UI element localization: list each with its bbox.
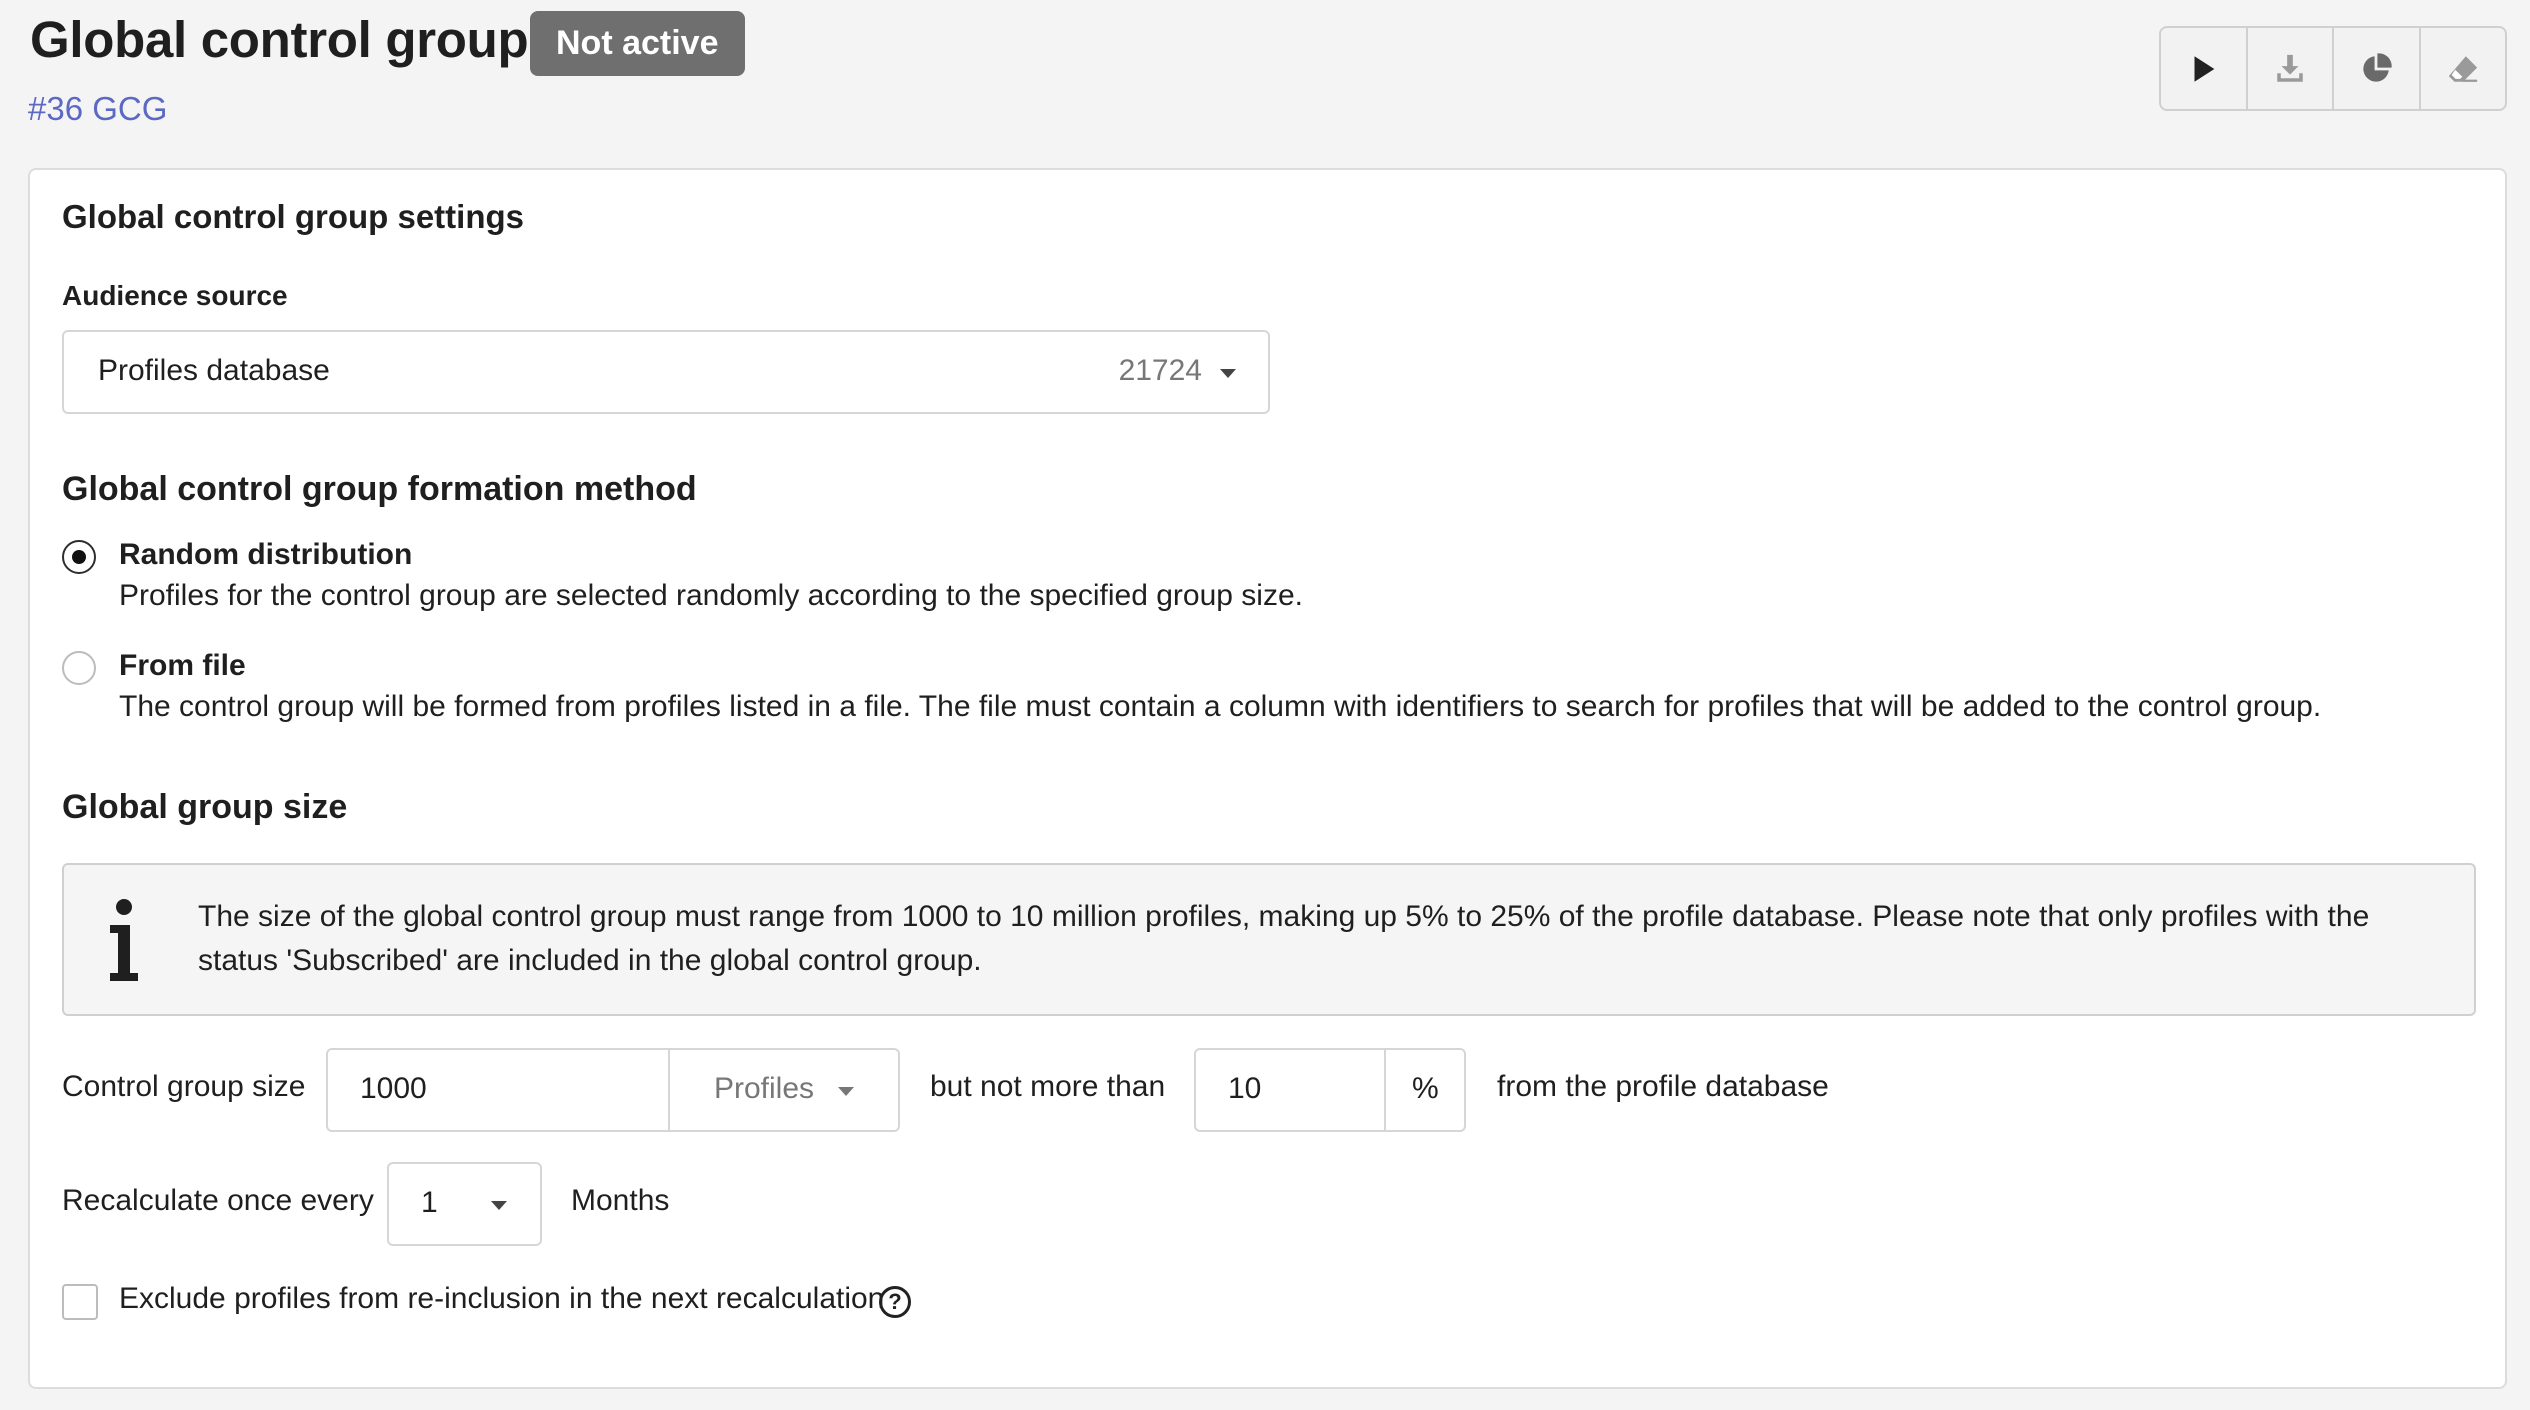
status-badge: Not active: [530, 11, 745, 76]
group-id-link[interactable]: #36 GCG: [28, 90, 167, 128]
from-file-label[interactable]: From file: [119, 649, 246, 683]
percent-sign: %: [1412, 1072, 1439, 1105]
download-icon: [2277, 54, 2303, 82]
exclude-profiles-checkbox[interactable]: [62, 1284, 98, 1320]
formation-method-title: Global control group formation method: [62, 470, 697, 508]
from-file-radio[interactable]: [62, 651, 96, 685]
chevron-down-icon: [491, 1201, 507, 1210]
clear-button[interactable]: [2421, 28, 2506, 109]
from-file-description: The control group will be formed from pr…: [119, 690, 2322, 723]
play-icon: [2194, 55, 2215, 82]
random-distribution-label[interactable]: Random distribution: [119, 538, 412, 572]
settings-card: Global control group settings Audience s…: [28, 168, 2507, 1389]
audience-source-select[interactable]: Profiles database 21724: [62, 330, 1270, 414]
recalculate-value: 1: [421, 1186, 438, 1219]
audience-count: 21724: [1118, 354, 1202, 387]
eraser-icon: [2448, 55, 2477, 82]
control-group-size-value: 1000: [360, 1072, 427, 1105]
info-icon: [110, 899, 138, 981]
download-button[interactable]: [2248, 28, 2334, 109]
chevron-down-icon: [1220, 369, 1236, 378]
page-title: Global control group: [30, 11, 529, 68]
statistics-button[interactable]: [2334, 28, 2421, 109]
size-unit-value: Profiles: [714, 1072, 815, 1105]
pie-chart-icon: [2363, 52, 2392, 82]
max-percent-input[interactable]: 10: [1194, 1048, 1386, 1132]
run-button[interactable]: [2161, 28, 2248, 109]
percent-addon: %: [1384, 1048, 1466, 1132]
recalculate-label: Recalculate once every: [62, 1184, 374, 1217]
control-group-size-label: Control group size: [62, 1070, 306, 1103]
action-toolbar: [2159, 26, 2507, 111]
exclude-profiles-label[interactable]: Exclude profiles from re-inclusion in th…: [119, 1282, 884, 1316]
random-distribution-description: Profiles for the control group are selec…: [119, 579, 1303, 612]
settings-title: Global control group settings: [62, 198, 524, 235]
from-profile-db-label: from the profile database: [1497, 1070, 1829, 1103]
audience-source-label: Audience source: [62, 280, 288, 311]
info-notice: The size of the global control group mus…: [62, 863, 2476, 1016]
random-distribution-radio[interactable]: [62, 540, 96, 574]
page: Global control group Not active #36 GCG: [0, 0, 2530, 1410]
recalculate-select[interactable]: 1: [387, 1162, 542, 1246]
group-size-title: Global group size: [62, 788, 348, 826]
max-percent-value: 10: [1228, 1072, 1262, 1105]
chevron-down-icon: [838, 1087, 854, 1096]
recalculate-unit: Months: [571, 1184, 670, 1217]
but-not-more-than-label: but not more than: [930, 1070, 1166, 1103]
help-icon[interactable]: ?: [879, 1286, 911, 1318]
control-group-size-input[interactable]: 1000: [326, 1048, 670, 1132]
size-unit-select[interactable]: Profiles: [668, 1048, 900, 1132]
audience-source-value: Profiles database: [98, 354, 330, 387]
info-text: The size of the global control group mus…: [198, 900, 2370, 977]
